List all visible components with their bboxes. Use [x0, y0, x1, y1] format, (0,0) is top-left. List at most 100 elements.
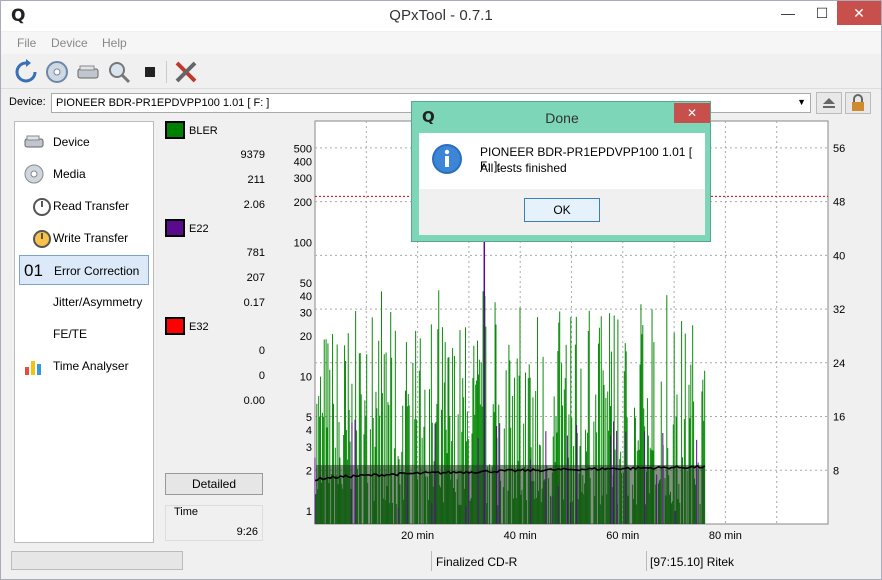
detailed-button[interactable]: Detailed	[165, 473, 263, 495]
menu-bar: File Device Help	[1, 32, 881, 54]
y-left-tick-label: 50	[300, 278, 312, 290]
device-label: Device:	[9, 96, 46, 108]
sidebar-item-media[interactable]: Media	[19, 159, 149, 189]
disc-refresh-icon[interactable]	[44, 59, 70, 85]
y-left-tick-label: 20	[300, 331, 312, 343]
stopwatch-burst-icon	[33, 230, 51, 248]
sidebar-item-label: Time Analyser	[53, 359, 129, 373]
dialog-body: PIONEER BDR-PR1EPDVPP100 1.01 [ F: ]: Al…	[419, 133, 705, 235]
maximize-button[interactable]: ☐	[807, 1, 837, 25]
drive-icon	[24, 135, 44, 148]
window-title: QPxTool - 0.7.1	[389, 7, 493, 24]
e32-color-swatch[interactable]	[165, 317, 185, 335]
y-left-tick-label: 30	[300, 308, 312, 320]
time-label: Time	[174, 506, 199, 518]
y-left-tick-label: 400	[294, 156, 312, 168]
sidebar-item-label: Read Transfer	[53, 199, 130, 213]
eject-button[interactable]	[816, 92, 842, 114]
sidebar-item-read-transfer[interactable]: Read Transfer	[19, 191, 149, 221]
drive-info-icon[interactable]	[75, 59, 101, 85]
menu-help[interactable]: Help	[102, 36, 127, 50]
bler-max: 211	[247, 174, 265, 186]
tools-icon[interactable]	[173, 59, 199, 85]
y-right-tick-label: 16	[833, 412, 845, 424]
sidebar: Device Media Read Transfer Write Transfe…	[14, 121, 154, 543]
chevron-down-icon: ▼	[797, 97, 806, 107]
time-box: Time 9:26	[165, 505, 263, 541]
menu-file[interactable]: File	[17, 36, 36, 50]
stop-icon[interactable]	[137, 59, 163, 85]
y-right-tick-label: 8	[833, 465, 839, 477]
dialog-message-status: All tests finished	[480, 161, 567, 175]
bler-label: BLER	[189, 125, 218, 137]
status-separator	[646, 551, 647, 571]
device-value: PIONEER BDR-PR1EPDVPP100 1.01 [ F: ]	[56, 97, 270, 109]
sidebar-item-label: Jitter/Asymmetry	[53, 295, 143, 309]
e22-color-swatch[interactable]	[165, 219, 185, 237]
y-left-tick-label: 100	[294, 237, 312, 249]
sidebar-item-time-analyser[interactable]: Time Analyser	[19, 351, 149, 381]
progress-bar	[11, 551, 183, 570]
bler-color-swatch[interactable]	[165, 121, 185, 139]
eject-icon	[823, 98, 835, 108]
title-bar: Q QPxTool - 0.7.1 — ☐ ✕	[1, 1, 881, 31]
status-bar: Finalized CD-R [97:15.10] Ritek	[1, 547, 881, 579]
error-correction-icon: 01	[24, 261, 43, 280]
toolbar-separator	[166, 61, 167, 83]
e32-label: E32	[189, 321, 209, 333]
media-status: Finalized CD-R	[436, 555, 518, 569]
time-value: 9:26	[236, 526, 258, 538]
sidebar-item-label: Write Transfer	[53, 231, 129, 245]
dialog-close-button[interactable]: ✕	[674, 103, 710, 123]
sidebar-item-label: Device	[53, 135, 90, 149]
done-dialog: Q Done ✕ PIONEER BDR-PR1EPDVPP100 1.01 […	[411, 101, 711, 242]
e22-total: 781	[246, 247, 265, 259]
sidebar-item-fe-te[interactable]: FE/TE	[19, 319, 149, 349]
e22-avg: 0.17	[243, 297, 265, 309]
y-right-tick-label: 56	[833, 143, 845, 155]
y-right-tick-label: 48	[833, 197, 845, 209]
dialog-title: Done	[545, 110, 579, 126]
y-right-tick-label: 24	[833, 358, 845, 370]
e32-total: 0	[258, 345, 265, 357]
e32-max: 0	[258, 370, 265, 382]
stats-panel: BLER 9379 211 2.06 E22 781 207 0.17 E32 …	[159, 121, 269, 543]
y-left-tick-label: 200	[294, 197, 312, 209]
refresh-icon[interactable]	[13, 59, 39, 85]
sidebar-item-label: Media	[53, 167, 86, 181]
y-right-tick-label: 32	[833, 304, 845, 316]
info-icon	[432, 144, 462, 174]
sidebar-item-jitter-asymmetry[interactable]: Jitter/Asymmetry	[19, 287, 149, 317]
e22-label: E22	[189, 223, 209, 235]
minimize-button[interactable]: —	[773, 1, 803, 25]
x-tick-label: 40 min	[504, 530, 537, 542]
disc-icon	[24, 164, 44, 184]
y-left-tick-label: 300	[294, 173, 312, 185]
y-left-tick-label: 10	[300, 372, 312, 384]
status-separator	[431, 551, 432, 571]
close-button[interactable]: ✕	[837, 1, 881, 25]
sidebar-item-write-transfer[interactable]: Write Transfer	[19, 223, 149, 253]
y-left-tick-label: 3	[306, 442, 312, 454]
scan-icon[interactable]	[106, 59, 132, 85]
stopwatch-icon	[33, 198, 51, 216]
y-left-tick-label: 4	[306, 425, 312, 437]
bler-total: 9379	[240, 149, 265, 161]
y-left-tick-label: 5	[306, 412, 312, 424]
sidebar-item-device[interactable]: Device	[19, 127, 149, 157]
e22-max: 207	[246, 272, 265, 284]
y-left-tick-label: 40	[300, 291, 312, 303]
lock-button[interactable]	[845, 92, 871, 114]
ok-button[interactable]: OK	[524, 198, 600, 222]
y-right-tick-label: 40	[833, 250, 845, 262]
dialog-footer: OK	[419, 189, 705, 235]
main-window: Q QPxTool - 0.7.1 — ☐ ✕ File Device Help	[0, 0, 882, 580]
lock-icon	[852, 94, 864, 111]
sidebar-item-label: FE/TE	[53, 327, 88, 341]
sidebar-item-error-correction[interactable]: 01 Error Correction	[19, 255, 149, 285]
x-tick-label: 60 min	[606, 530, 639, 542]
menu-device[interactable]: Device	[51, 36, 88, 50]
bar-chart-icon	[25, 361, 41, 375]
media-id: [97:15.10] Ritek	[650, 555, 735, 569]
bler-avg: 2.06	[243, 199, 265, 211]
